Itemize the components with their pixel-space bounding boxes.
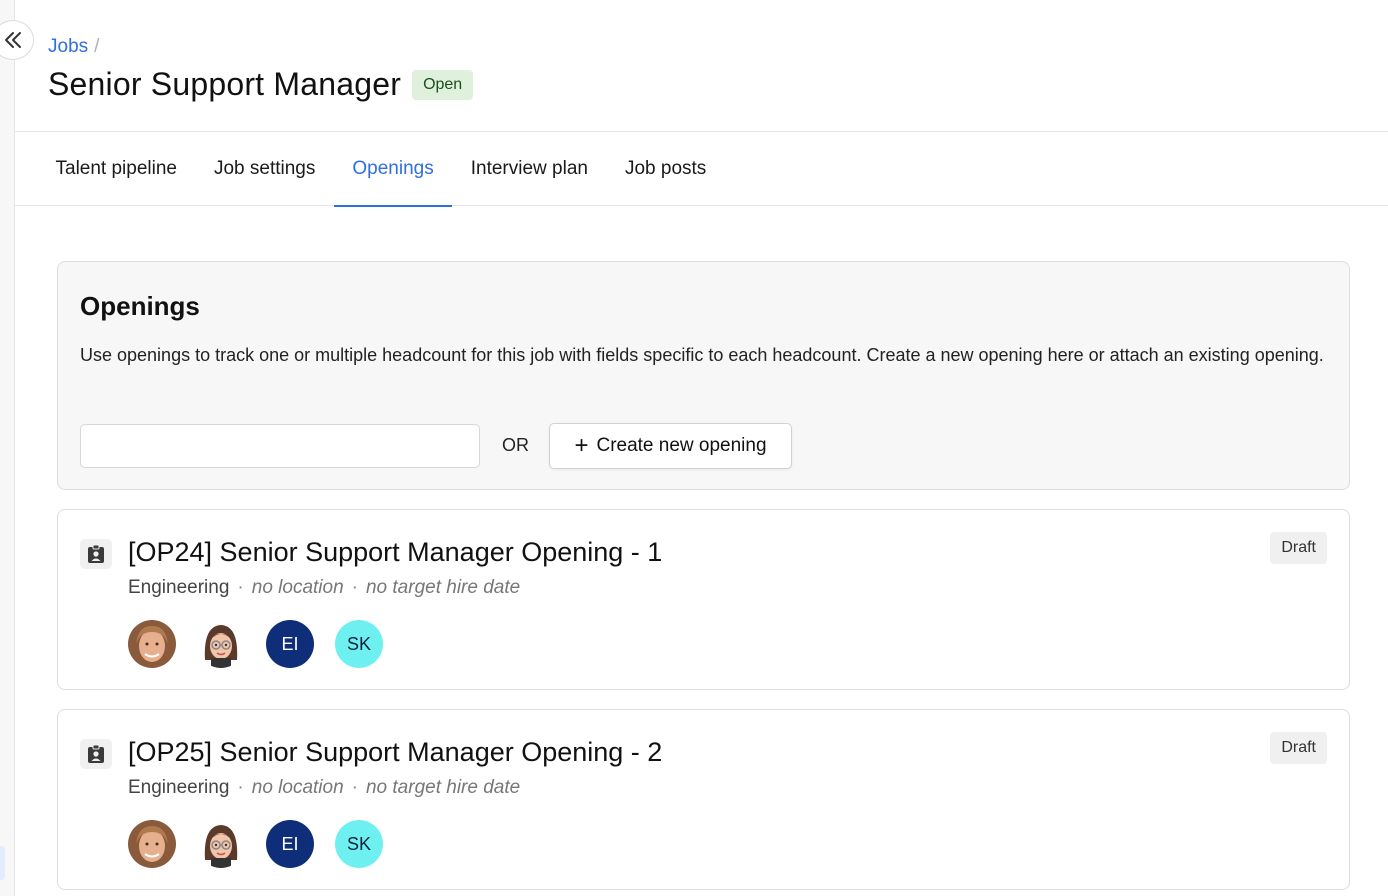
- create-new-opening-button[interactable]: + Create new opening: [549, 423, 792, 469]
- draft-badge: Draft: [1270, 532, 1327, 564]
- id-badge-icon: [80, 539, 112, 569]
- opening-department: Engineering: [128, 777, 230, 798]
- opening-location: no location: [251, 777, 344, 798]
- opening-department: Engineering: [128, 577, 230, 598]
- breadcrumb-separator: /: [94, 36, 100, 57]
- opening-meta: Engineering · no location · no target hi…: [128, 577, 520, 599]
- avatar-initials[interactable]: EI: [266, 620, 314, 668]
- avatar-photo[interactable]: [128, 820, 176, 868]
- opening-target-hire-date: no target hire date: [365, 777, 521, 798]
- breadcrumb: Jobs /: [48, 36, 99, 58]
- left-rail: [0, 0, 15, 896]
- opening-location: no location: [251, 577, 344, 598]
- opening-team-avatars: EI SK: [128, 620, 404, 668]
- tab-interview-plan[interactable]: Interview plan: [452, 132, 606, 206]
- tab-job-posts[interactable]: Job posts: [606, 132, 724, 206]
- avatar-memoji[interactable]: [197, 820, 245, 868]
- create-new-opening-label: Create new opening: [596, 435, 767, 456]
- opening-card[interactable]: [OP24] Senior Support Manager Opening - …: [57, 509, 1350, 690]
- title-row: Senior Support Manager Open: [48, 66, 474, 103]
- breadcrumb-jobs-link[interactable]: Jobs: [48, 36, 88, 58]
- opening-title[interactable]: [OP24] Senior Support Manager Opening - …: [128, 537, 662, 568]
- opening-card[interactable]: [OP25] Senior Support Manager Opening - …: [57, 709, 1350, 890]
- avatar-initials[interactable]: EI: [266, 820, 314, 868]
- status-badge: Open: [412, 69, 474, 100]
- avatar-photo[interactable]: [128, 620, 176, 668]
- meta-separator: ·: [237, 577, 244, 598]
- meta-separator: ·: [351, 577, 358, 598]
- rail-active-indicator: [0, 846, 5, 880]
- opening-team-avatars: EI SK: [128, 820, 404, 868]
- main-content: Jobs / Senior Support Manager Open Talen…: [15, 0, 1388, 896]
- opening-meta: Engineering · no location · no target hi…: [128, 777, 520, 799]
- meta-separator: ·: [351, 777, 358, 798]
- openings-panel: Openings Use openings to track one or mu…: [57, 261, 1350, 490]
- opening-target-hire-date: no target hire date: [365, 577, 521, 598]
- avatar-initials[interactable]: SK: [335, 620, 383, 668]
- page-header: Jobs / Senior Support Manager Open: [15, 0, 1388, 132]
- draft-badge: Draft: [1270, 732, 1327, 764]
- or-label: OR: [502, 435, 529, 455]
- openings-panel-title: Openings: [80, 291, 200, 321]
- id-badge-icon: [80, 739, 112, 769]
- plus-icon: +: [574, 432, 589, 459]
- tab-talent-pipeline[interactable]: Talent pipeline: [37, 132, 195, 206]
- opening-title[interactable]: [OP25] Senior Support Manager Opening - …: [128, 737, 662, 768]
- meta-separator: ·: [237, 777, 244, 798]
- page-title: Senior Support Manager: [48, 66, 402, 102]
- openings-panel-description: Use openings to track one or multiple he…: [80, 345, 1324, 365]
- tab-bar: Talent pipeline Job settings Openings In…: [15, 132, 1388, 207]
- tab-job-settings[interactable]: Job settings: [195, 132, 333, 206]
- attach-opening-input[interactable]: [80, 424, 480, 468]
- avatar-initials[interactable]: SK: [335, 820, 383, 868]
- avatar-memoji[interactable]: [197, 620, 245, 668]
- tab-openings[interactable]: Openings: [333, 132, 453, 207]
